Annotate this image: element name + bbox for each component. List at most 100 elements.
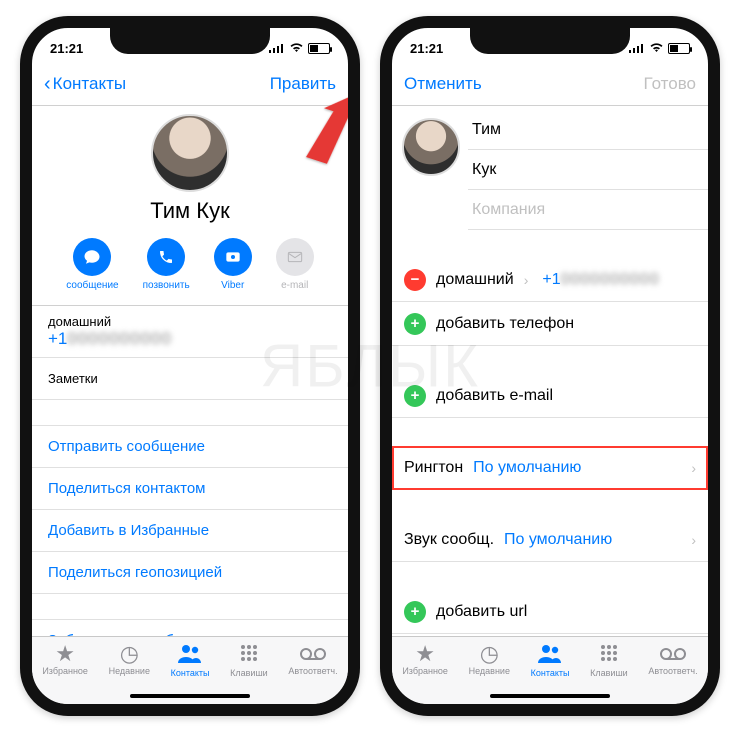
gap (392, 562, 708, 590)
remove-icon[interactable]: − (404, 269, 426, 291)
contacts-icon (177, 643, 203, 667)
company-field[interactable]: Компания (468, 190, 708, 230)
call-button[interactable] (147, 238, 185, 276)
ringtone-label: Рингтон (404, 459, 463, 477)
texttone-row[interactable]: Звук сообщ. По умолчанию › (392, 518, 708, 562)
message-label: сообщение (66, 280, 118, 291)
notes-label: Заметки (48, 371, 332, 386)
tab-label: Избранное (42, 666, 88, 676)
add-phone-label: добавить телефон (436, 315, 574, 333)
status-time: 21:21 (410, 41, 443, 56)
home-indicator (130, 694, 250, 698)
add-favorites-link[interactable]: Добавить в Избранные (32, 510, 348, 552)
keypad-icon (239, 643, 259, 667)
add-icon[interactable]: + (404, 601, 426, 623)
contacts-icon (537, 643, 563, 667)
clock-icon: ◷ (480, 643, 499, 665)
edit-button[interactable]: Править (270, 74, 336, 94)
phone-value: +1 (48, 329, 67, 348)
phone-entry-row[interactable]: − домашний › +10000000000 (392, 258, 708, 302)
star-icon: ★ (55, 643, 75, 665)
contact-details: домашний +10000000000 Заметки Отправить … (32, 306, 348, 662)
notch (110, 28, 270, 54)
send-message-link[interactable]: Отправить сообщение (32, 426, 348, 468)
gap (392, 490, 708, 518)
tab-voicemail[interactable]: Автоответч. (288, 643, 337, 676)
phone-row[interactable]: домашний +10000000000 (32, 306, 348, 358)
chevron-left-icon: ‹ (44, 74, 51, 94)
battery-icon (668, 43, 690, 54)
tab-bar: ★Избранное ◷Недавние Контакты Клавиши Ав… (32, 636, 348, 704)
tab-label: Недавние (109, 666, 150, 676)
ringtone-row[interactable]: Рингтон По умолчанию › (392, 446, 708, 490)
share-location-link[interactable]: Поделиться геопозицией (32, 552, 348, 594)
tab-recents[interactable]: ◷Недавние (469, 643, 510, 676)
gap (32, 594, 348, 620)
phone-blurred: 0000000000 (561, 271, 660, 288)
wifi-icon (289, 41, 304, 56)
phone-frame-right: 21:21 Отменить Готово Тим Кук Компания (380, 16, 720, 716)
phone-blurred: 0000000000 (67, 329, 172, 348)
chevron-right-icon: › (691, 532, 696, 548)
tab-voicemail[interactable]: Автоответч. (648, 643, 697, 676)
navbar: Отменить Готово (392, 62, 708, 106)
back-label: Контакты (53, 74, 126, 94)
last-name-field[interactable]: Кук (468, 150, 708, 190)
tab-contacts[interactable]: Контакты (531, 643, 570, 678)
add-phone-row[interactable]: + добавить телефон (392, 302, 708, 346)
keypad-icon (599, 643, 619, 667)
tab-label: Недавние (469, 666, 510, 676)
tab-label: Избранное (402, 666, 448, 676)
texttone-value: По умолчанию (504, 531, 612, 549)
phone-frame-left: 21:21 ‹ Контакты Править Тим Кук (20, 16, 360, 716)
chevron-right-icon: › (691, 460, 696, 476)
add-icon[interactable]: + (404, 385, 426, 407)
home-indicator (490, 694, 610, 698)
gap (392, 418, 708, 446)
phone-value: +1 (542, 271, 560, 288)
tab-label: Контакты (531, 668, 570, 678)
avatar[interactable] (402, 118, 460, 176)
tab-keypad[interactable]: Клавиши (590, 643, 628, 678)
add-url-row[interactable]: + добавить url (392, 590, 708, 634)
clock-icon: ◷ (120, 643, 139, 665)
message-button[interactable] (73, 238, 111, 276)
tab-recents[interactable]: ◷Недавние (109, 643, 150, 676)
mail-label: e-mail (281, 280, 308, 291)
add-icon[interactable]: + (404, 313, 426, 335)
tab-label: Клавиши (590, 668, 628, 678)
add-url-label: добавить url (436, 603, 527, 621)
phone-type[interactable]: домашний (436, 271, 514, 289)
done-button[interactable]: Готово (644, 74, 697, 94)
annotation-arrow (288, 94, 358, 174)
signal-icon (629, 41, 645, 56)
contact-name: Тим Кук (32, 198, 348, 224)
first-name-field[interactable]: Тим (468, 110, 708, 150)
tab-keypad[interactable]: Клавиши (230, 643, 268, 678)
tab-favorites[interactable]: ★Избранное (402, 643, 448, 676)
viber-button[interactable] (214, 238, 252, 276)
viber-label: Viber (221, 280, 244, 291)
tab-label: Контакты (171, 668, 210, 678)
notes-row[interactable]: Заметки (32, 358, 348, 400)
ringtone-value: По умолчанию (473, 459, 581, 477)
back-button[interactable]: ‹ Контакты (44, 74, 126, 94)
add-email-row[interactable]: + добавить e-mail (392, 374, 708, 418)
gap (32, 400, 348, 426)
cancel-button[interactable]: Отменить (404, 74, 482, 94)
share-contact-link[interactable]: Поделиться контактом (32, 468, 348, 510)
star-icon: ★ (415, 643, 435, 665)
voicemail-icon (300, 643, 326, 665)
call-label: позвонить (143, 280, 190, 291)
edit-header: Тим Кук Компания (392, 106, 708, 230)
voicemail-icon (660, 643, 686, 665)
add-email-label: добавить e-mail (436, 387, 553, 405)
signal-icon (269, 41, 285, 56)
notch (470, 28, 630, 54)
tab-favorites[interactable]: ★Избранное (42, 643, 88, 676)
texttone-label: Звук сообщ. (404, 531, 494, 549)
tab-contacts[interactable]: Контакты (171, 643, 210, 678)
tab-bar: ★Избранное ◷Недавние Контакты Клавиши Ав… (392, 636, 708, 704)
status-time: 21:21 (50, 41, 83, 56)
avatar[interactable] (151, 114, 229, 192)
